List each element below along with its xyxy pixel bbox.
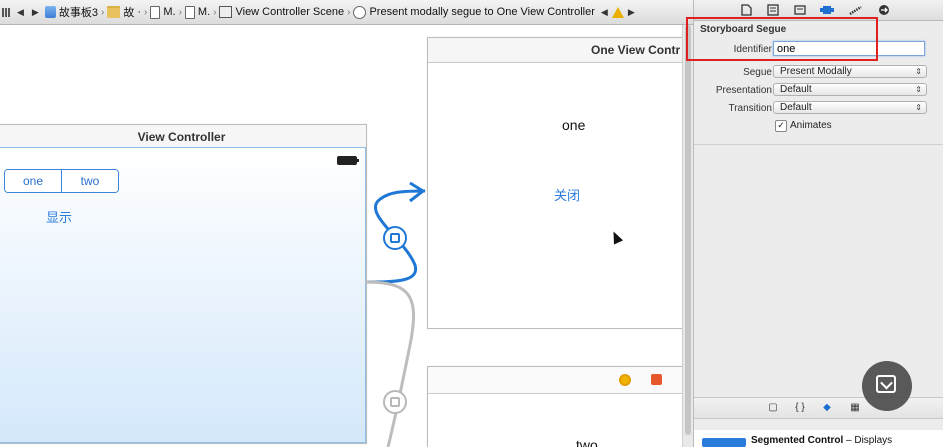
identifier-label: Identifier [733,44,772,55]
popup-arrows-icon: ⇕ [915,85,922,94]
identity-inspector-icon[interactable] [794,4,808,16]
code-snippet-icon[interactable]: { } [792,402,808,414]
floating-window-button[interactable] [862,361,912,411]
library-item-segmented-control[interactable]: Segmented Control – Displays [694,430,943,447]
storyboard-icon [44,6,56,18]
quick-help-icon[interactable] [767,4,781,16]
issue-back-button[interactable]: ◀ [597,7,612,18]
file-template-icon[interactable]: ▢ [767,402,779,414]
size-inspector-icon[interactable] [849,4,863,16]
segue-node-icon[interactable] [383,226,407,250]
presentation-popup[interactable]: Default ⇕ [773,83,927,96]
segue-popup[interactable]: Present Modally ⇕ [773,65,927,78]
jump-item-folder[interactable]: 故 · [105,4,143,20]
inspector-tabs [694,0,943,21]
transition-label: Transition [728,103,772,114]
popup-arrows-icon: ⇕ [915,67,922,76]
file-icon [150,5,161,19]
segue-connections [364,181,426,447]
object-library-icon[interactable]: ◆ [821,402,833,414]
grid-icon[interactable] [0,7,13,17]
popup-arrows-icon: ⇕ [915,103,922,112]
animates-label: Animates [790,120,832,131]
jump-item-scene[interactable]: View Controller Scene [217,6,346,18]
scrollbar-thumb[interactable] [685,25,691,435]
segue-icon [353,5,367,19]
jump-item-segue[interactable]: Present modally segue to One View Contro… [351,5,596,19]
presentation-label: Presentation [715,85,772,96]
warning-icon[interactable] [611,6,624,18]
identifier-field[interactable] [773,41,925,56]
animates-checkbox[interactable]: ✓ [775,120,787,132]
divider [694,144,943,145]
segue-label: Segue [743,67,772,78]
scene-icon [219,6,233,18]
section-title: Storyboard Segue [700,24,787,35]
connections-inspector-icon[interactable] [878,4,892,16]
jump-item-storyboard[interactable]: 故事板3 [43,4,100,20]
jump-item-file-2[interactable]: M. [183,5,212,19]
issue-forward-button[interactable]: ▶ [624,7,639,18]
storyboard-canvas[interactable]: View Controller one two 显示 One View Cont… [0,25,682,447]
transition-popup[interactable]: Default ⇕ [773,101,927,114]
segue-line-two [364,280,415,447]
file-icon [184,5,195,19]
segmented-control-thumb-icon [702,438,746,447]
segue-node-icon[interactable] [383,390,407,414]
library-item-title: Segmented Control [751,435,844,446]
attributes-inspector-icon[interactable] [820,4,834,16]
jump-item-file-1[interactable]: M. [148,5,177,19]
forward-button[interactable]: ▶ [28,7,43,18]
back-button[interactable]: ◀ [13,7,28,18]
pip-icon [876,375,896,393]
media-library-icon[interactable]: ▦ [849,402,861,414]
folder-icon [107,6,121,18]
file-inspector-icon[interactable] [740,4,754,16]
jump-bar: ◀ ▶ 故事板3 › 故 · › M. › M. › View Controlle… [0,0,693,25]
library-item-desc: – Displays [843,435,893,446]
